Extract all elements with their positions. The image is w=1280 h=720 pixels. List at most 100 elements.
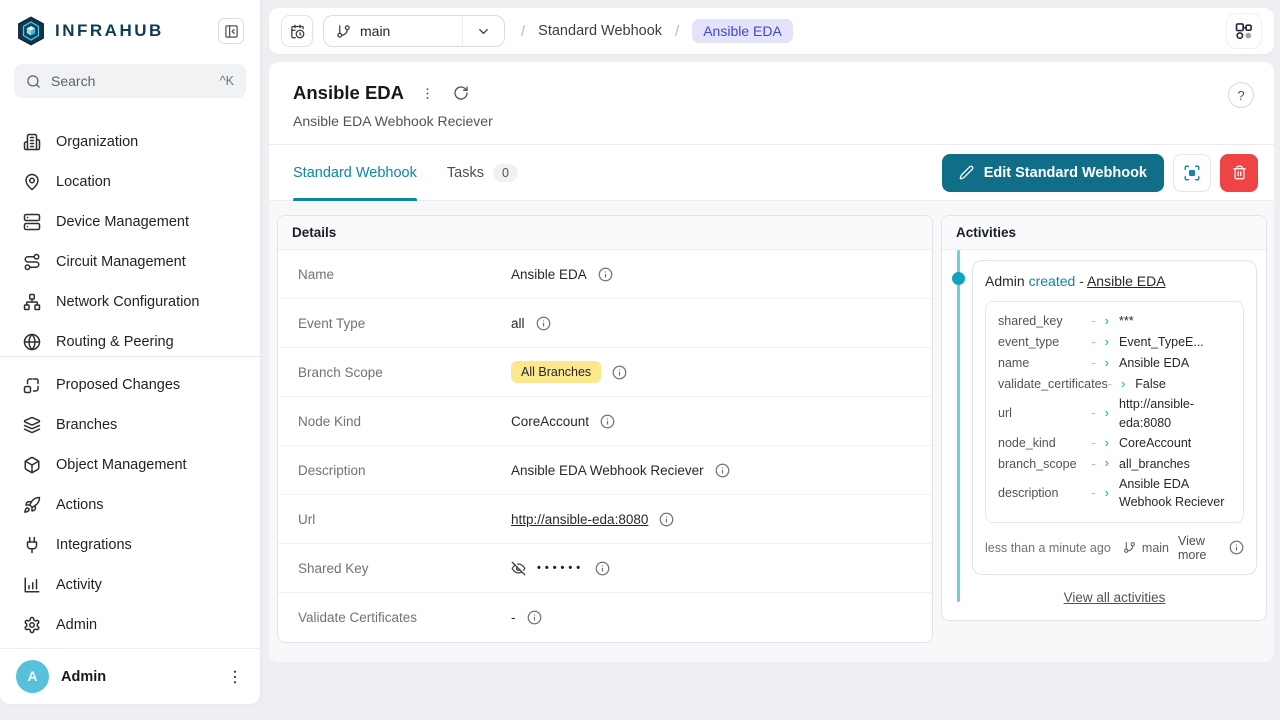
sidebar-item-device-management[interactable]: Device Management [10, 202, 250, 242]
tab-count-badge: 0 [493, 164, 518, 182]
globe-icon [23, 333, 41, 351]
info-icon[interactable] [598, 267, 613, 282]
info-icon[interactable] [659, 512, 674, 527]
map-pin-icon [23, 173, 41, 191]
sidebar-item-actions[interactable]: Actions [10, 485, 250, 525]
detail-row-event-type: Event Type all [278, 299, 932, 348]
main-area: main / Standard Webhook / Ansible EDA An… [260, 0, 1280, 720]
info-icon[interactable] [612, 365, 627, 380]
sidebar-item-location[interactable]: Location [10, 162, 250, 202]
sidebar-item-organization[interactable]: Organization [10, 122, 250, 162]
box-select-icon [1183, 164, 1201, 182]
logo-row: INFRAHUB [0, 0, 260, 56]
property-row: node_kind - › CoreAccount [998, 433, 1231, 454]
property-row: validate_certificates - › False [998, 374, 1231, 395]
previous-value-dash: - [1091, 312, 1095, 330]
property-row: branch_scope - › all_branches [998, 453, 1231, 474]
logo-text: INFRAHUB [55, 21, 164, 41]
detail-row-validate-certificates: Validate Certificates - [278, 593, 932, 642]
bar-chart-icon [23, 576, 41, 594]
sidebar-item-proposed-changes[interactable]: Proposed Changes [10, 365, 250, 405]
detail-value: Ansible EDA Webhook Reciever [511, 463, 704, 478]
breadcrumb: / Standard Webhook / Ansible EDA [521, 19, 793, 43]
activity-title: Admin created - Ansible EDA [985, 273, 1244, 289]
user-menu-button[interactable] [226, 668, 244, 686]
masked-secret: •••••• [537, 562, 584, 574]
chevron-right-icon: › [1105, 354, 1109, 373]
details-panel: Details Name Ansible EDA Event Type all [277, 215, 933, 643]
activity-timeline: Admin created - Ansible EDA shared_key -… [942, 250, 1266, 620]
sidebar-item-circuit-management[interactable]: Circuit Management [10, 242, 250, 282]
info-icon[interactable] [1229, 540, 1244, 555]
sidebar-item-label: Routing & Peering [56, 334, 174, 350]
branch-selector-value: main [324, 23, 462, 39]
info-icon[interactable] [536, 316, 551, 331]
avatar: A [16, 660, 49, 693]
rocket-icon [23, 496, 41, 514]
property-row: shared_key - › *** [998, 311, 1231, 332]
sidebar-item-activity[interactable]: Activity [10, 565, 250, 605]
sidebar-item-admin[interactable]: Admin [10, 605, 250, 645]
chevron-right-icon: › [1105, 404, 1109, 423]
edit-standard-webhook-button[interactable]: Edit Standard Webhook [942, 154, 1164, 192]
info-icon[interactable] [527, 610, 542, 625]
view-more-link[interactable]: View more [1178, 534, 1220, 562]
server-icon [23, 213, 41, 231]
previous-value-dash: - [1091, 354, 1095, 372]
chevron-right-icon: › [1105, 333, 1109, 352]
sidebar-item-label: Proposed Changes [56, 377, 180, 393]
url-link[interactable]: http://ansible-eda:8080 [511, 512, 648, 527]
previous-value-dash: - [1091, 455, 1095, 473]
details-panel-header: Details [278, 216, 932, 250]
breadcrumb-separator: / [675, 23, 679, 40]
previous-value-dash: - [1091, 333, 1095, 351]
sidebar-item-label: Integrations [56, 537, 132, 553]
search-placeholder: Search [51, 73, 95, 89]
help-button[interactable]: ? [1228, 82, 1254, 108]
schema-visualizer-button[interactable] [1226, 13, 1262, 49]
info-icon[interactable] [595, 561, 610, 576]
breadcrumb-parent[interactable]: Standard Webhook [538, 23, 662, 39]
activity-object-link[interactable]: Ansible EDA [1087, 273, 1166, 289]
breadcrumb-current[interactable]: Ansible EDA [692, 19, 793, 43]
sidebar-item-label: Branches [56, 417, 117, 433]
info-icon[interactable] [715, 463, 730, 478]
branch-selector[interactable]: main [323, 15, 505, 47]
tab-standard-webhook[interactable]: Standard Webhook [293, 145, 417, 200]
branch-selector-caret [462, 16, 504, 46]
previous-value-dash: - [1091, 434, 1095, 452]
tab-tasks[interactable]: Tasks 0 [447, 145, 518, 200]
branch-name: main [360, 23, 390, 39]
detail-value: all [511, 316, 525, 331]
sidebar-item-label: Actions [56, 497, 104, 513]
info-icon[interactable] [600, 414, 615, 429]
title-menu-button[interactable] [418, 84, 437, 103]
activity-card: Admin created - Ansible EDA shared_key -… [972, 260, 1257, 575]
chevron-right-icon: › [1105, 454, 1109, 473]
previous-value-dash: - [1091, 404, 1095, 422]
delete-button[interactable] [1220, 154, 1258, 192]
sidebar-item-integrations[interactable]: Integrations [10, 525, 250, 565]
sidebar-collapse-button[interactable] [218, 18, 244, 44]
sidebar-item-object-management[interactable]: Object Management [10, 445, 250, 485]
previous-value-dash: - [1091, 484, 1095, 502]
activity-author: Admin [985, 273, 1025, 289]
topbar: main / Standard Webhook / Ansible EDA [269, 8, 1274, 54]
sidebar-item-network-configuration[interactable]: Network Configuration [10, 282, 250, 322]
activity-properties: shared_key - › *** event_type - › Event_… [985, 301, 1244, 523]
kebab-menu-icon [226, 668, 244, 686]
refresh-button[interactable] [451, 83, 471, 103]
view-all-activities-link[interactable]: View all activities [1064, 590, 1166, 605]
manage-object-button[interactable] [1173, 154, 1211, 192]
time-travel-button[interactable] [281, 15, 313, 47]
trash-icon [1232, 165, 1247, 180]
sidebar-item-branches[interactable]: Branches [10, 405, 250, 445]
tab-label: Standard Webhook [293, 165, 417, 181]
sidebar-item-label: Device Management [56, 214, 189, 230]
sidebar-item-label: Admin [56, 617, 97, 633]
eye-off-icon[interactable] [511, 561, 526, 576]
plug-icon [23, 536, 41, 554]
search-input[interactable]: Search ^K [14, 64, 246, 98]
sidebar-item-routing-peering[interactable]: Routing & Peering [10, 322, 250, 357]
detail-row-name: Name Ansible EDA [278, 250, 932, 299]
